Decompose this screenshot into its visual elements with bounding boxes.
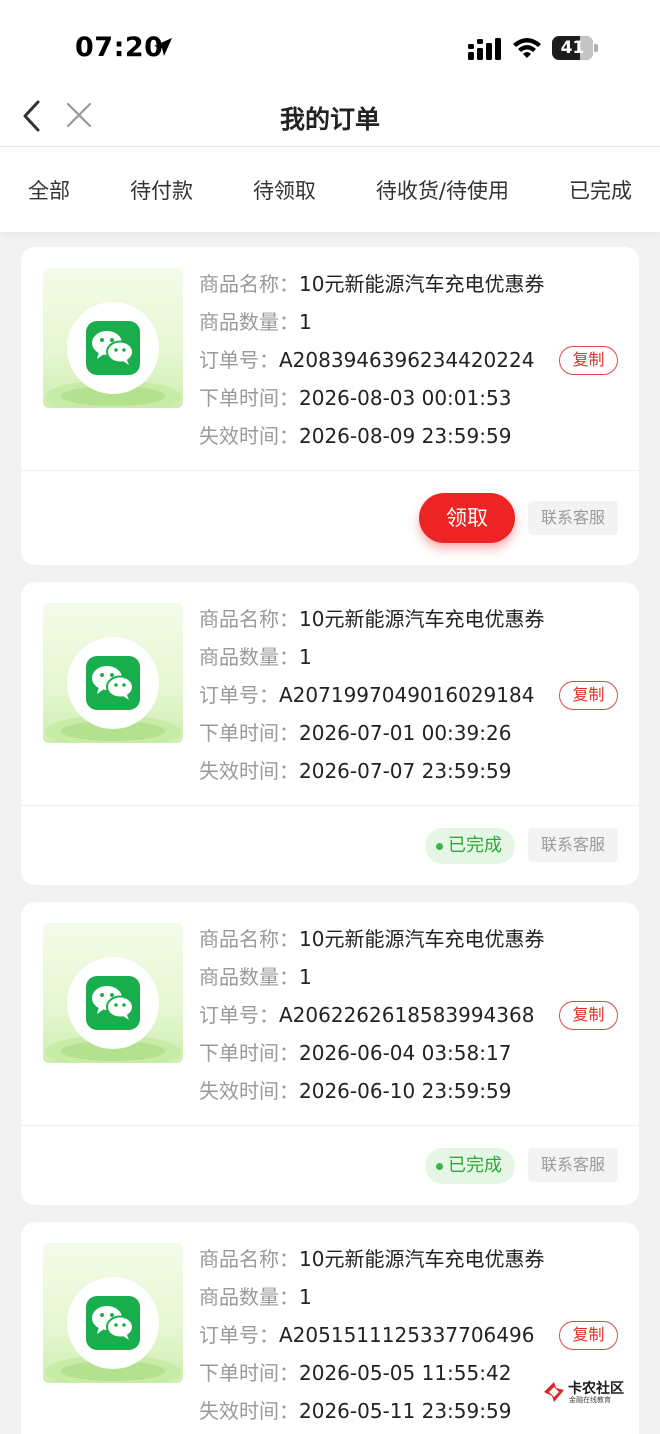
copy-order-number-button[interactable]: 复制 (559, 346, 618, 375)
battery-icon: 41 (552, 36, 598, 60)
order-number: A2051511125337706496 (279, 1323, 535, 1347)
order-tabs: 全部 待付款 待领取 待收货/待使用 已完成 (0, 146, 660, 232)
order-time: 2026-05-05 11:55:42 (299, 1361, 512, 1385)
wechat-icon (86, 976, 140, 1030)
watermark-subtitle: 金融在线教育 (569, 1396, 611, 1404)
order-info: 商品名称： 10元新能源汽车充电优惠券 商品数量： 1 订单号： A208394639… (199, 268, 619, 458)
wechat-icon (86, 321, 140, 375)
status-badge-label: 已完成 (448, 835, 502, 856)
wechat-icon (86, 1296, 140, 1350)
order-number-label: 订单号： (199, 1323, 279, 1347)
claim-button[interactable]: 领取 (419, 493, 515, 543)
order-number-label: 订单号： (199, 683, 279, 707)
product-thumbnail (43, 1243, 183, 1383)
tab-pending-receipt[interactable]: 待收货/待使用 (376, 175, 509, 205)
product-name: 10元新能源汽车充电优惠券 (299, 1247, 545, 1271)
order-time-label: 下单时间： (199, 386, 299, 410)
product-thumbnail (43, 603, 183, 743)
order-time: 2026-06-04 03:58:17 (299, 1041, 512, 1065)
copy-order-number-button[interactable]: 复制 (559, 681, 618, 710)
product-name-label: 商品名称： (199, 927, 299, 951)
wechat-icon (86, 656, 140, 710)
kanong-logo-icon (542, 1380, 566, 1408)
tab-all[interactable]: 全部 (28, 175, 70, 205)
order-number-label: 订单号： (199, 1003, 279, 1027)
tab-pending-claim[interactable]: 待领取 (253, 175, 316, 205)
expire-time: 2026-05-11 23:59:59 (299, 1399, 512, 1423)
quantity-label: 商品数量： (199, 645, 299, 669)
status-time: 07:20 (75, 32, 164, 63)
contact-service-button[interactable]: 联系客服 (528, 1148, 618, 1182)
quantity: 1 (299, 965, 312, 989)
quantity: 1 (299, 645, 312, 669)
order-actions: 已完成 联系客服 (21, 806, 639, 885)
wifi-icon (512, 36, 542, 64)
tab-pending-payment[interactable]: 待付款 (130, 175, 193, 205)
expire-time: 2026-06-10 23:59:59 (299, 1079, 512, 1103)
location-arrow-icon (152, 36, 174, 62)
order-time: 2026-08-03 00:01:53 (299, 386, 512, 410)
order-info: 商品名称： 10元新能源汽车充电优惠券 商品数量： 1 订单号： A206226261… (199, 923, 619, 1113)
order-list: 商品名称： 10元新能源汽车充电优惠券 商品数量： 1 订单号： A208394639… (21, 247, 639, 1434)
expire-time: 2026-07-07 23:59:59 (299, 759, 512, 783)
order-card-details: 商品名称： 10元新能源汽车充电优惠券 商品数量： 1 订单号： A208394639… (21, 247, 639, 471)
product-name-label: 商品名称： (199, 607, 299, 631)
expire-time: 2026-08-09 23:59:59 (299, 424, 512, 448)
order-card-details: 商品名称： 10元新能源汽车充电优惠券 商品数量： 1 订单号： A206226261… (21, 902, 639, 1126)
product-name: 10元新能源汽车充电优惠券 (299, 607, 545, 631)
copy-order-number-button[interactable]: 复制 (559, 1001, 618, 1030)
status-dot-icon (436, 843, 443, 850)
status-badge-label: 已完成 (448, 1155, 502, 1176)
quantity: 1 (299, 310, 312, 334)
quantity-label: 商品数量： (199, 965, 299, 989)
status-dot-icon (436, 1163, 443, 1170)
order-time-label: 下单时间： (199, 1041, 299, 1065)
order-number: A2062262618583994368 (279, 1003, 535, 1027)
contact-service-button[interactable]: 联系客服 (528, 501, 618, 535)
order-info: 商品名称： 10元新能源汽车充电优惠券 商品数量： 1 订单号： A207199704… (199, 603, 619, 793)
order-actions: 领取 联系客服 (21, 471, 639, 563)
status-badge: 已完成 (425, 1148, 515, 1184)
order-card-details: 商品名称： 10元新能源汽车充电优惠券 商品数量： 1 订单号： A207199704… (21, 582, 639, 806)
product-name-label: 商品名称： (199, 272, 299, 296)
quantity: 1 (299, 1285, 312, 1309)
nav-bar: 我的订单 (0, 90, 660, 146)
order-card[interactable]: 商品名称： 10元新能源汽车充电优惠券 商品数量： 1 订单号： A207199704… (21, 582, 639, 885)
watermark-logo: 卡农社区 金融在线教育 (542, 1378, 632, 1408)
expire-time-label: 失效时间： (199, 1079, 299, 1103)
order-number: A2071997049016029184 (279, 683, 535, 707)
quantity-label: 商品数量： (199, 1285, 299, 1309)
product-thumbnail (43, 268, 183, 408)
cellular-signal-icon (468, 38, 502, 64)
quantity-label: 商品数量： (199, 310, 299, 334)
order-time: 2026-07-01 00:39:26 (299, 721, 512, 745)
order-number: A2083946396234420224 (279, 348, 535, 372)
order-time-label: 下单时间： (199, 1361, 299, 1385)
product-name-label: 商品名称： (199, 1247, 299, 1271)
order-actions: 已完成 联系客服 (21, 1126, 639, 1205)
status-bar: 07:20 41 (0, 0, 660, 90)
order-time-label: 下单时间： (199, 721, 299, 745)
copy-order-number-button[interactable]: 复制 (559, 1321, 618, 1350)
product-name: 10元新能源汽车充电优惠券 (299, 927, 545, 951)
expire-time-label: 失效时间： (199, 759, 299, 783)
status-badge: 已完成 (425, 828, 515, 864)
tab-completed[interactable]: 已完成 (569, 175, 632, 205)
product-thumbnail (43, 923, 183, 1063)
battery-level: 41 (560, 38, 585, 58)
product-name: 10元新能源汽车充电优惠券 (299, 272, 545, 296)
order-card[interactable]: 商品名称： 10元新能源汽车充电优惠券 商品数量： 1 订单号： A208394639… (21, 247, 639, 565)
expire-time-label: 失效时间： (199, 424, 299, 448)
order-number-label: 订单号： (199, 348, 279, 372)
order-card[interactable]: 商品名称： 10元新能源汽车充电优惠券 商品数量： 1 订单号： A206226261… (21, 902, 639, 1205)
expire-time-label: 失效时间： (199, 1399, 299, 1423)
contact-service-button[interactable]: 联系客服 (528, 828, 618, 862)
page-title: 我的订单 (279, 105, 380, 134)
top-bar: 07:20 41 我的订单 全部 待付款 待领取 待收货/待使用 已完成 (0, 0, 660, 232)
